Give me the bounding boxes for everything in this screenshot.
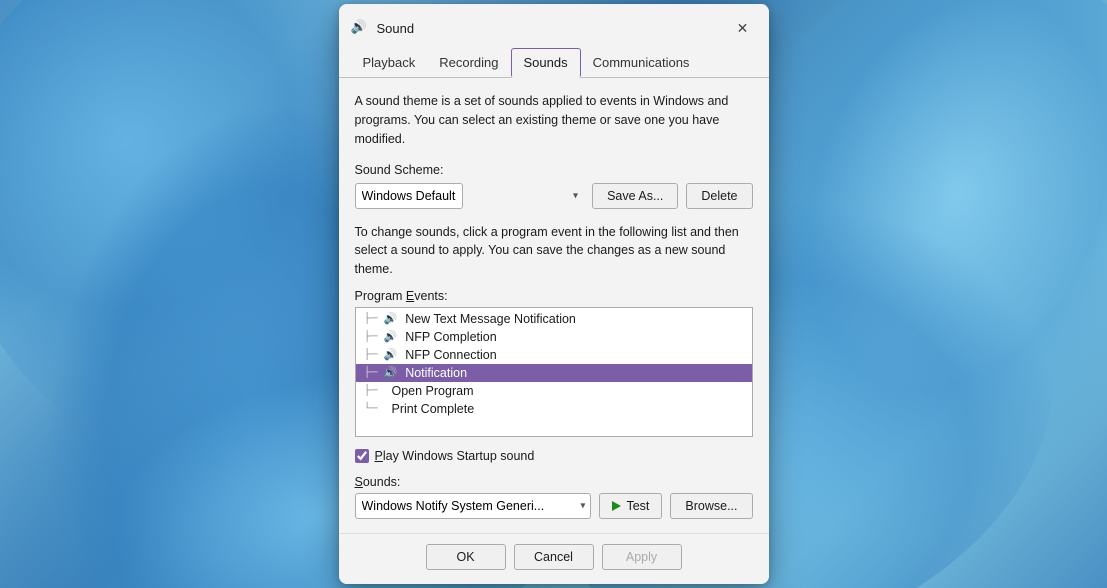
ok-button[interactable]: OK bbox=[426, 544, 506, 570]
tab-recording[interactable]: Recording bbox=[427, 48, 510, 78]
sound-event-icon: 🔊 bbox=[384, 312, 398, 325]
scheme-select[interactable]: Windows Default bbox=[355, 183, 463, 209]
sound-icon: 🔊 bbox=[351, 19, 369, 37]
list-item[interactable]: └─ Print Complete bbox=[356, 400, 752, 418]
sounds-row: Windows Notify System Generi... Test Bro… bbox=[355, 493, 753, 519]
events-list-container[interactable]: ├─ 🔊 New Text Message Notification ├─ 🔊 … bbox=[355, 307, 753, 437]
sound-event-icon: 🔊 bbox=[384, 348, 398, 361]
tab-content: A sound theme is a set of sounds applied… bbox=[339, 78, 769, 533]
description-text: A sound theme is a set of sounds applied… bbox=[355, 92, 753, 148]
cancel-button[interactable]: Cancel bbox=[514, 544, 594, 570]
tab-sounds[interactable]: Sounds bbox=[511, 48, 581, 78]
play-icon bbox=[612, 501, 621, 511]
dialog-overlay: 🔊 Sound ✕ Playback Recording Sounds Comm… bbox=[0, 0, 1107, 588]
list-item[interactable]: ├─ 🔊 NFP Completion bbox=[356, 328, 752, 346]
sound-dialog: 🔊 Sound ✕ Playback Recording Sounds Comm… bbox=[339, 4, 769, 584]
tab-playback[interactable]: Playback bbox=[351, 48, 428, 78]
delete-button[interactable]: Delete bbox=[686, 183, 752, 209]
apply-button[interactable]: Apply bbox=[602, 544, 682, 570]
dialog-title: Sound bbox=[377, 21, 729, 36]
close-button[interactable]: ✕ bbox=[729, 14, 757, 42]
sounds-select[interactable]: Windows Notify System Generi... bbox=[355, 493, 592, 519]
sounds-field-label: Sounds: bbox=[355, 475, 753, 489]
startup-sound-checkbox[interactable] bbox=[355, 449, 369, 463]
startup-sound-label[interactable]: Play Windows Startup sound bbox=[375, 449, 535, 463]
title-bar: 🔊 Sound ✕ bbox=[339, 4, 769, 48]
scheme-row: Windows Default Save As... Delete bbox=[355, 183, 753, 209]
browse-button[interactable]: Browse... bbox=[670, 493, 752, 519]
sounds-select-wrap: Windows Notify System Generi... bbox=[355, 493, 592, 519]
sound-scheme-label: Sound Scheme: bbox=[355, 163, 753, 177]
tab-communications[interactable]: Communications bbox=[581, 48, 702, 78]
scheme-select-wrap: Windows Default bbox=[355, 183, 585, 209]
list-item[interactable]: ├─ 🔊 NFP Connection bbox=[356, 346, 752, 364]
list-item[interactable]: ├─ 🔊 New Text Message Notification bbox=[356, 310, 752, 328]
startup-sound-row: Play Windows Startup sound bbox=[355, 449, 753, 463]
list-item[interactable]: ├─ Open Program bbox=[356, 382, 752, 400]
sound-event-icon: 🔊 bbox=[384, 330, 398, 343]
program-events-label: Program Events: bbox=[355, 289, 753, 303]
list-item-notification[interactable]: ├─ 🔊 Notification bbox=[356, 364, 752, 382]
test-button[interactable]: Test bbox=[599, 493, 662, 519]
tab-bar: Playback Recording Sounds Communications bbox=[339, 48, 769, 78]
instruction-text: To change sounds, click a program event … bbox=[355, 223, 753, 279]
sound-event-icon-selected: 🔊 bbox=[384, 366, 398, 379]
events-list: ├─ 🔊 New Text Message Notification ├─ 🔊 … bbox=[356, 308, 752, 420]
dialog-footer: OK Cancel Apply bbox=[339, 533, 769, 584]
save-as-button[interactable]: Save As... bbox=[592, 183, 678, 209]
